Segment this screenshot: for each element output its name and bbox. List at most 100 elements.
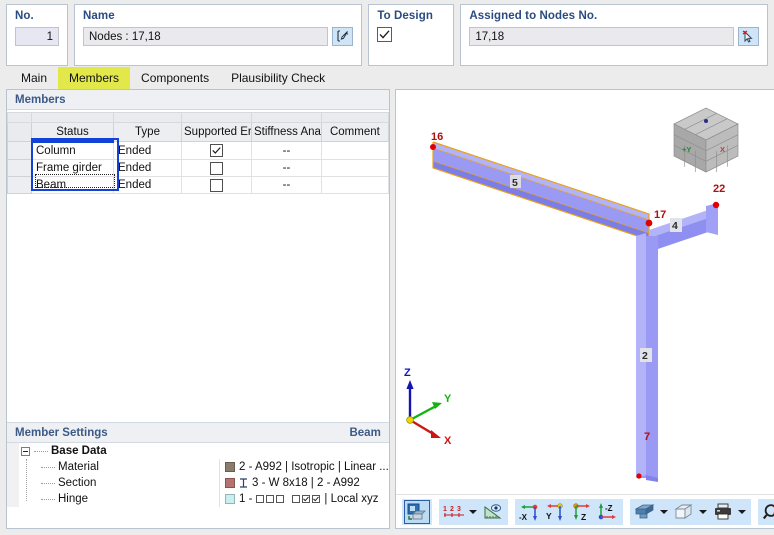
cell-stiffness-analysis[interactable]: -- — [251, 159, 322, 177]
tree-item-material[interactable]: Material 2 - A992 | Isotropic | Linear .… — [7, 459, 389, 475]
tree-item-label-wrap: Hinge — [19, 491, 219, 507]
node-22-marker[interactable] — [712, 201, 720, 209]
assigned-nodes-input[interactable]: 17,18 — [469, 27, 734, 46]
hinge-box-uy — [266, 495, 275, 503]
render-selection-icon — [407, 503, 427, 520]
toolbar-group-clear — [757, 498, 774, 525]
col-header-comment[interactable]: Comment — [321, 122, 389, 142]
tree-item-section[interactable]: Section 3 - W 8x18 | 2 - A992 — [7, 475, 389, 491]
cell-comment[interactable] — [321, 141, 389, 160]
tab-main[interactable]: Main — [10, 67, 58, 89]
tab-components[interactable]: Components — [130, 67, 220, 89]
node-7-marker[interactable] — [636, 473, 642, 479]
cell-supported-end[interactable] — [181, 159, 252, 177]
tree-item-value-wrap[interactable]: 2 - A992 | Isotropic | Linear ... — [219, 459, 389, 475]
cell-type[interactable]: Ended — [113, 176, 182, 194]
section-value: 3 - W 8x18 | 2 - A992 — [252, 477, 360, 489]
material-value: 2 - A992 | Isotropic | Linear ... — [239, 461, 389, 473]
spacer-cell — [31, 112, 114, 123]
view-y-button[interactable]: Y — [543, 500, 569, 524]
tree-item-label: Section — [58, 477, 97, 489]
cell-type[interactable]: Ended — [113, 141, 182, 160]
numbering-button[interactable]: 1 2 3 — [441, 500, 467, 524]
cell-type[interactable]: Ended — [113, 159, 182, 177]
col-header-type[interactable]: Type — [113, 122, 182, 142]
print-dropdown-arrow[interactable] — [736, 500, 749, 524]
view-minus-x-button[interactable]: -X — [517, 500, 543, 524]
node-17-marker[interactable] — [645, 219, 653, 227]
numbering-123-icon: 1 2 3 — [443, 506, 464, 517]
edit-pencil-icon — [337, 30, 348, 42]
table-row[interactable]: Column Ended -- — [7, 141, 389, 160]
hinge-release-boxes-icon — [256, 495, 285, 503]
cell-comment[interactable] — [321, 176, 389, 194]
view-minus-z-button[interactable]: -Z — [595, 500, 621, 524]
supported-end-checkbox[interactable] — [210, 161, 223, 175]
tree-item-label: Hinge — [58, 493, 89, 505]
tab-plausibility-check[interactable]: Plausibility Check — [220, 67, 336, 89]
cell-supported-end[interactable] — [181, 176, 252, 194]
tree-item-value-wrap[interactable]: 1 - | Local xyz — [219, 491, 389, 507]
cube-face-dot-z — [703, 119, 708, 123]
member-label-5: 5 — [512, 177, 518, 189]
name-edit-button[interactable] — [332, 27, 354, 46]
col-header-stiffness-analysis[interactable]: Stiffness Anal — [251, 122, 322, 142]
cube-face-label-x: X — [720, 145, 725, 154]
cell-stiffness-analysis[interactable]: -- — [251, 176, 322, 194]
toolbar-group-render — [401, 498, 432, 525]
axis-label-x: X — [444, 435, 452, 447]
pick-nodes-button[interactable] — [738, 27, 759, 46]
hinge-box-phix — [292, 495, 301, 503]
wireframe-cube-dropdown-arrow[interactable] — [697, 500, 710, 524]
col-header-status[interactable]: Status — [31, 122, 114, 143]
collapse-expander-icon[interactable] — [21, 446, 30, 456]
tab-members[interactable]: Members — [58, 67, 131, 89]
model-3d-view[interactable]: 16 17 22 7 5 4 2 +Y X Z Y X — [395, 90, 774, 494]
supported-end-checkbox[interactable] — [210, 144, 223, 157]
members-section-title: Members — [15, 94, 66, 106]
name-input[interactable]: Nodes : 17,18 — [83, 27, 329, 46]
member-settings-panel: Member Settings Beam Base Data Material … — [7, 422, 389, 528]
cell-comment[interactable] — [321, 159, 389, 177]
tree-group-base-data[interactable]: Base Data — [7, 443, 389, 459]
clear-selection-button[interactable] — [760, 500, 774, 524]
cell-status[interactable]: Column — [31, 141, 114, 160]
no-caption: No. — [15, 10, 34, 22]
member-5-frame-girder[interactable] — [432, 141, 650, 241]
table-row[interactable]: Beam Ended -- — [7, 176, 389, 194]
view-z-icon: Z — [573, 502, 591, 522]
axis-label-z: Z — [404, 367, 411, 379]
cell-supported-end[interactable] — [181, 141, 252, 160]
axis-triad: Z Y X — [404, 367, 452, 447]
cell-stiffness-analysis[interactable]: -- — [251, 141, 322, 160]
tree-item-hinge[interactable]: Hinge 1 - | Local xyz — [7, 491, 389, 507]
col-header-supported-end[interactable]: Supported Er — [181, 122, 252, 142]
node-16-marker[interactable] — [429, 144, 436, 150]
cell-status[interactable]: Beam — [31, 176, 114, 194]
print-button[interactable] — [710, 500, 736, 524]
table-row[interactable]: Frame girder Ended -- — [7, 159, 389, 177]
member-label-2: 2 — [642, 350, 648, 362]
model-3d-canvas[interactable]: 16 17 22 7 5 4 2 +Y X Z Y X — [396, 90, 770, 494]
supported-end-checkbox[interactable] — [210, 178, 223, 192]
to-design-caption: To Design — [377, 10, 433, 22]
numbering-dropdown-arrow[interactable] — [467, 500, 480, 524]
member-settings-header: Member Settings Beam — [7, 423, 389, 443]
render-selection-button[interactable] — [403, 499, 430, 524]
solid-render-dropdown-arrow[interactable] — [658, 500, 671, 524]
no-card: No. 1 — [6, 4, 68, 66]
col-header-corner — [7, 122, 32, 142]
wireframe-cube-button[interactable] — [671, 500, 697, 524]
measure-view-button[interactable] — [480, 500, 506, 524]
to-design-checkbox[interactable] — [377, 27, 393, 42]
solid-render-button[interactable] — [632, 500, 658, 524]
navigation-cube[interactable]: +Y X — [673, 107, 739, 173]
member-settings-title: Member Settings — [15, 427, 108, 439]
tree-item-value-wrap[interactable]: 3 - W 8x18 | 2 - A992 — [219, 475, 389, 491]
spacer-cell — [181, 112, 252, 123]
to-design-card: To Design — [368, 4, 455, 66]
checkmark-icon — [212, 147, 221, 154]
view-z-button[interactable]: Z — [569, 500, 595, 524]
hinge-box-ux — [256, 495, 265, 503]
cell-status[interactable]: Frame girder — [31, 159, 114, 177]
